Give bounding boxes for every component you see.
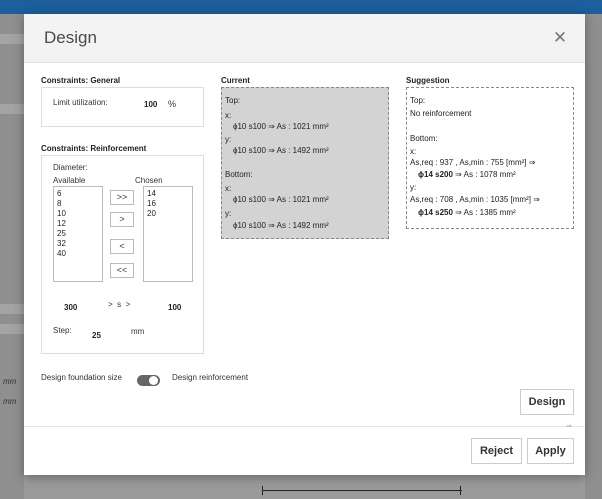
app-right-panel: [585, 14, 602, 499]
suggestion-y-bar: ϕ14 s250: [418, 208, 453, 217]
constraints-reinforcement-title: Constraints: Reinforcement: [41, 144, 147, 153]
list-item[interactable]: 25: [57, 229, 99, 239]
constraints-general-box: Limit utilization: 100 %: [41, 87, 204, 127]
dimension-line: [262, 490, 462, 491]
design-reinforcement-label: Design reinforcement: [172, 373, 249, 382]
current-bottom-y-value: ϕ10 s100 ⇒ As : 1492 mm²: [233, 221, 329, 230]
suggestion-bottom-label: Bottom:: [410, 134, 438, 143]
app-left-panel: [0, 14, 24, 499]
list-item[interactable]: 16: [147, 199, 189, 209]
current-bottom-x-label: x:: [225, 184, 232, 193]
current-bottom-y-label: y:: [225, 209, 232, 218]
list-item[interactable]: 12: [57, 219, 99, 229]
suggestion-x-label: x:: [410, 147, 417, 156]
spacing-min-input[interactable]: 300: [64, 303, 77, 312]
current-title: Current: [221, 76, 250, 85]
suggestion-panel: Top: No reinforcement Bottom: x: As,req …: [406, 87, 574, 229]
current-top-y-value: ϕ10 s100 ⇒ As : 1492 mm²: [233, 146, 329, 155]
divider: [24, 426, 585, 427]
app-canvas: [24, 475, 585, 499]
suggestion-x-requirement: As,req : 937 , As,min : 755 [mm²] ⇒: [410, 158, 536, 167]
list-item[interactable]: 8: [57, 199, 99, 209]
suggestion-y-result: ϕ14 s250 ⇒ As : 1385 mm²: [418, 208, 516, 217]
suggestion-top-label: Top:: [410, 96, 426, 105]
limit-utilization-label: Limit utilization:: [53, 98, 108, 107]
suggestion-title: Suggestion: [406, 76, 450, 85]
spacing-max-input[interactable]: 100: [168, 303, 181, 312]
current-top-label: Top:: [225, 96, 241, 105]
list-item[interactable]: 32: [57, 239, 99, 249]
spacing-relation-label: > s >: [108, 300, 131, 309]
step-label: Step:: [53, 326, 72, 335]
app-left-strip: [0, 324, 24, 334]
chosen-diameters-list[interactable]: 14 16 20: [143, 186, 193, 282]
add-button[interactable]: >: [110, 212, 134, 227]
suggestion-x-area: ⇒ As : 1078 mm²: [452, 170, 516, 179]
limit-utilization-unit: %: [168, 99, 177, 109]
list-item[interactable]: 14: [147, 189, 189, 199]
dimension-tick: [262, 486, 263, 495]
constraints-reinforcement-box: Diameter: Available Chosen 6 8 10 12 25 …: [41, 155, 204, 354]
dimension-tick: [460, 486, 461, 495]
add-all-button[interactable]: >>: [110, 190, 134, 205]
unit-label: mm: [3, 397, 17, 406]
list-item[interactable]: 6: [57, 189, 99, 199]
design-button[interactable]: Design: [520, 389, 574, 415]
expand-icon[interactable]: ⇒: [566, 422, 572, 430]
app-top-bar: [0, 0, 602, 14]
list-item[interactable]: 10: [57, 209, 99, 219]
suggestion-y-requirement: As,req : 708 , As,min : 1035 [mm²] ⇒: [410, 195, 540, 204]
dialog-header: Design ✕: [24, 14, 585, 63]
remove-all-button[interactable]: <<: [110, 263, 134, 278]
app-left-strip: [0, 304, 24, 314]
list-item[interactable]: 20: [147, 209, 189, 219]
design-foundation-size-label: Design foundation size: [41, 373, 122, 382]
suggestion-y-label: y:: [410, 183, 417, 192]
list-item[interactable]: 40: [57, 249, 99, 259]
chosen-label: Chosen: [135, 176, 163, 185]
diameter-label: Diameter:: [53, 163, 88, 172]
suggestion-top-value: No reinforcement: [410, 109, 472, 118]
current-top-x-value: ϕ10 s100 ⇒ As : 1021 mm²: [233, 122, 329, 131]
current-bottom-label: Bottom:: [225, 170, 253, 179]
available-label: Available: [53, 176, 86, 185]
suggestion-x-bar: ϕ14 s200: [418, 170, 453, 179]
design-dialog: Design ✕ Constraints: General Limit util…: [24, 14, 585, 475]
current-bottom-x-value: ϕ10 s100 ⇒ As : 1021 mm²: [233, 195, 329, 204]
current-reinforcement-panel: Top: x: ϕ10 s100 ⇒ As : 1021 mm² y: ϕ10 …: [221, 87, 389, 239]
available-diameters-list[interactable]: 6 8 10 12 25 32 40: [53, 186, 103, 282]
close-icon[interactable]: ✕: [551, 29, 569, 47]
design-mode-toggle[interactable]: [137, 375, 160, 386]
apply-button[interactable]: Apply: [527, 438, 574, 464]
step-input[interactable]: 25: [92, 331, 101, 340]
step-unit: mm: [131, 327, 145, 336]
reject-button[interactable]: Reject: [471, 438, 522, 464]
app-left-strip: [0, 104, 24, 114]
remove-button[interactable]: <: [110, 239, 134, 254]
suggestion-x-result: ϕ14 s200 ⇒ As : 1078 mm²: [418, 170, 516, 179]
suggestion-y-area: ⇒ As : 1385 mm²: [452, 208, 516, 217]
app-left-strip: [0, 34, 24, 44]
toggle-knob: [149, 376, 158, 385]
current-top-x-label: x:: [225, 111, 232, 120]
current-top-y-label: y:: [225, 135, 232, 144]
unit-label: mm: [3, 377, 17, 386]
constraints-general-title: Constraints: General: [41, 76, 121, 85]
dialog-title: Design: [44, 28, 97, 47]
limit-utilization-input[interactable]: 100: [144, 100, 157, 109]
